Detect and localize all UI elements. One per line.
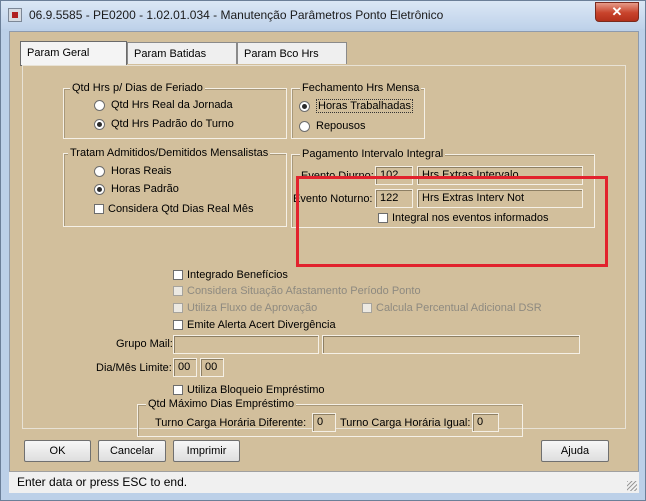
- radio-horas-reais[interactable]: Horas Reais: [94, 165, 172, 177]
- status-text: Enter data or press ESC to end.: [17, 475, 188, 489]
- checkbox-label: Considera Situação Afastamento Período P…: [187, 285, 421, 297]
- help-button[interactable]: Ajuda: [541, 440, 609, 462]
- checkbox-bloqueio-emprestimo[interactable]: Utiliza Bloqueio Empréstimo: [173, 384, 325, 396]
- grupo-mail-label: Grupo Mail:: [116, 338, 173, 350]
- resize-grip-icon[interactable]: [627, 481, 637, 491]
- turno-diferente-label: Turno Carga Horária Diferente:: [155, 417, 307, 429]
- radio-qtd-hrs-padrao[interactable]: Qtd Hrs Padrão do Turno: [94, 118, 234, 130]
- radio-qtd-hrs-real[interactable]: Qtd Hrs Real da Jornada: [94, 99, 233, 111]
- grupo-mail-input[interactable]: [173, 335, 319, 354]
- ok-button[interactable]: OK: [24, 440, 91, 462]
- tab-label: Param Geral: [27, 47, 90, 59]
- checkbox-icon: [173, 270, 183, 280]
- checkbox-icon: [362, 303, 372, 313]
- status-bar: Enter data or press ESC to end.: [9, 471, 639, 493]
- close-button[interactable]: ✕: [595, 2, 639, 22]
- app-icon: [8, 8, 22, 22]
- form-client-area: Param Geral Param Batidas Param Bco Hrs …: [9, 31, 639, 493]
- checkbox-icon: [173, 320, 183, 330]
- tab-panel: Qtd Hrs p/ Dias de Feriado Qtd Hrs Real …: [22, 65, 626, 437]
- grupo-mail-description: [322, 335, 580, 354]
- intervalo-group-title: Pagamento Intervalo Integral: [300, 148, 446, 160]
- fechamento-group: Fechamento Hrs Mensa Horas Trabalhadas R…: [291, 82, 425, 139]
- emprestimo-group: Qtd Máximo Dias Empréstimo Turno Carga H…: [137, 398, 523, 437]
- dia-limite-input[interactable]: 00: [173, 358, 197, 377]
- checkbox-considera-afastamento[interactable]: Considera Situação Afastamento Período P…: [173, 285, 421, 297]
- checkbox-emite-alerta[interactable]: Emite Alerta Acert Divergência: [173, 319, 336, 331]
- checkbox-considera-qtd-dias[interactable]: Considera Qtd Dias Real Mês: [94, 203, 254, 215]
- checkbox-integrado-beneficios[interactable]: Integrado Benefícios: [173, 269, 288, 281]
- radio-horas-padrao[interactable]: Horas Padrão: [94, 183, 179, 195]
- mes-limite-input[interactable]: 00: [200, 358, 224, 377]
- radio-label: Horas Padrão: [111, 183, 179, 195]
- checkbox-icon: [173, 303, 183, 313]
- radio-repousos[interactable]: Repousos: [299, 120, 366, 132]
- feriado-group-title: Qtd Hrs p/ Dias de Feriado: [70, 82, 205, 94]
- checkbox-fluxo-aprovacao[interactable]: Utiliza Fluxo de Aprovação: [173, 302, 317, 314]
- radio-icon: [94, 165, 105, 177]
- radio-selected-icon: [94, 183, 105, 195]
- emprestimo-group-title: Qtd Máximo Dias Empréstimo: [146, 398, 297, 410]
- main-window: 06.9.5585 - PE0200 - 1.02.01.034 - Manut…: [0, 0, 646, 501]
- fechamento-group-title: Fechamento Hrs Mensa: [300, 82, 422, 94]
- radio-icon: [94, 99, 105, 111]
- window-title: 06.9.5585 - PE0200 - 1.02.01.034 - Manut…: [29, 8, 444, 22]
- highlight-frame: [296, 176, 608, 267]
- tab-param-batidas[interactable]: Param Batidas: [127, 42, 237, 64]
- radio-label: Qtd Hrs Real da Jornada: [111, 99, 233, 111]
- checkbox-calcula-percentual-dsr[interactable]: Calcula Percentual Adicional DSR: [362, 302, 542, 314]
- tab-param-bco-hrs[interactable]: Param Bco Hrs: [237, 42, 347, 64]
- radio-label: Repousos: [316, 120, 366, 132]
- checkbox-icon: [94, 204, 104, 214]
- turno-diferente-input[interactable]: 0: [312, 413, 336, 432]
- radio-label: Horas Trabalhadas: [316, 99, 413, 113]
- radio-label: Horas Reais: [111, 165, 172, 177]
- cancel-button[interactable]: Cancelar: [98, 440, 166, 462]
- checkbox-icon: [173, 286, 183, 296]
- radio-icon: [299, 120, 310, 132]
- tab-label: Param Batidas: [134, 48, 207, 60]
- tab-param-geral[interactable]: Param Geral: [20, 41, 127, 66]
- checkbox-label: Utiliza Bloqueio Empréstimo: [187, 384, 325, 396]
- checkbox-label: Calcula Percentual Adicional DSR: [376, 302, 542, 314]
- radio-horas-trabalhadas[interactable]: Horas Trabalhadas: [299, 99, 413, 113]
- turno-igual-label: Turno Carga Horária Igual:: [340, 417, 471, 429]
- checkbox-icon: [173, 385, 183, 395]
- checkbox-label: Considera Qtd Dias Real Mês: [108, 203, 254, 215]
- radio-selected-icon: [299, 100, 310, 112]
- print-button[interactable]: Imprimir: [173, 440, 240, 462]
- title-bar[interactable]: 06.9.5585 - PE0200 - 1.02.01.034 - Manut…: [1, 1, 645, 29]
- checkbox-label: Integrado Benefícios: [187, 269, 288, 281]
- radio-label: Qtd Hrs Padrão do Turno: [111, 118, 234, 130]
- turno-igual-input[interactable]: 0: [472, 413, 499, 432]
- admitidos-group-title: Tratam Admitidos/Demitidos Mensalistas: [68, 147, 271, 159]
- dia-mes-limite-label: Dia/Mês Limite:: [96, 362, 172, 374]
- admitidos-group: Tratam Admitidos/Demitidos Mensalistas H…: [63, 147, 287, 227]
- checkbox-label: Emite Alerta Acert Divergência: [187, 319, 336, 331]
- tab-label: Param Bco Hrs: [244, 48, 319, 60]
- radio-selected-icon: [94, 118, 105, 130]
- checkbox-label: Utiliza Fluxo de Aprovação: [187, 302, 318, 314]
- feriado-group: Qtd Hrs p/ Dias de Feriado Qtd Hrs Real …: [63, 82, 287, 139]
